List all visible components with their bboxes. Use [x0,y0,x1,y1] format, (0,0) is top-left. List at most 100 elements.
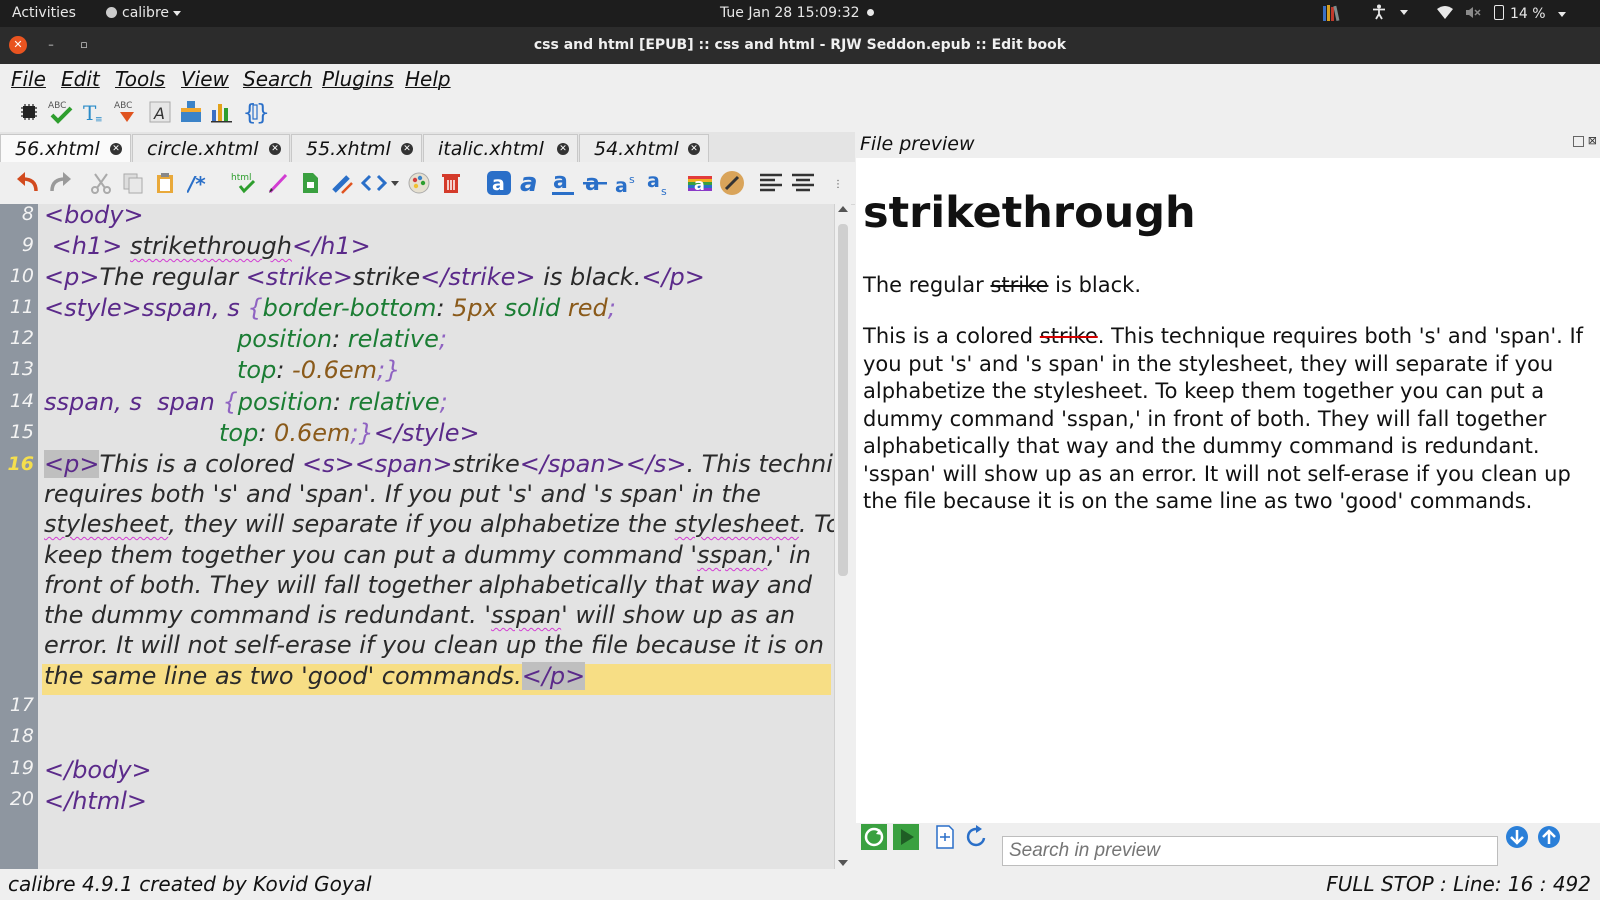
status-cursor-position: FULL STOP : Line: 16 : 492 [1326,872,1591,896]
subscript-button[interactable]: as [645,169,673,197]
tab-close-icon[interactable]: ✕ [110,143,122,155]
tab-close-icon[interactable]: ✕ [688,143,700,155]
align-center-button[interactable] [789,169,817,197]
chevron-down-icon [1558,11,1567,17]
play-button[interactable] [892,823,920,851]
search-next-button[interactable] [1504,824,1530,850]
wifi-icon[interactable] [1437,5,1453,23]
scroll-up-icon[interactable] [838,206,848,212]
comment-slash-icon: /* [187,172,206,195]
redo-button[interactable] [47,170,73,196]
braces-icon: {} [243,101,268,125]
close-panel-icon[interactable]: ⊠ [1588,134,1597,147]
refresh-green-icon [861,824,887,850]
system-top-bar: Activities calibre Tue Jan 28 15:09:32 1… [0,0,1600,27]
beautify-html-button[interactable]: html [230,170,258,196]
spell-dictionary-button[interactable]: ABC [113,98,141,126]
strikethrough-button[interactable]: a [581,169,609,197]
bold-button[interactable]: a [485,169,513,197]
file-preview-pane[interactable]: strikethrough The regular strike is blac… [856,158,1600,823]
underline-button[interactable]: a [549,169,577,197]
italic-button[interactable]: a [517,169,545,197]
tab-56-xhtml[interactable]: 56.xhtml ✕ [0,134,131,162]
copy-button[interactable] [120,170,146,196]
reload-icon [966,825,986,847]
tab-54-xhtml[interactable]: 54.xhtml ✕ [579,134,709,162]
scroll-down-icon[interactable] [838,860,848,866]
tab-italic-xhtml[interactable]: italic.xhtml ✕ [423,134,578,162]
color-picker-button[interactable] [406,170,432,196]
menu-tools[interactable]: Tools [115,67,165,91]
menu-plugins[interactable]: Plugins [322,67,394,91]
chevron-down-icon [173,10,182,16]
line-number: 15 [9,421,34,443]
float-panel-icon[interactable] [1573,136,1584,147]
reload-preview-button[interactable] [964,823,990,851]
menu-edit[interactable]: Edit [61,67,100,91]
code-token: ;} [350,419,374,447]
split-button[interactable] [932,823,958,851]
app-menu-label: calibre [122,5,170,21]
menu-view[interactable]: View [181,67,229,91]
battery-icon [1494,5,1504,20]
tab-close-icon[interactable]: ✕ [401,143,413,155]
tab-circle-xhtml[interactable]: circle.xhtml ✕ [132,134,290,162]
superscript-button[interactable]: as [613,169,641,197]
editor-tab-bar: 56.xhtml ✕ circle.xhtml ✕ 55.xhtml ✕ italic… [0,132,855,162]
auto-refresh-button[interactable] [860,823,888,851]
scrollbar-thumb[interactable] [838,224,848,576]
reports-button[interactable] [210,100,234,124]
code-token: ; [607,294,616,322]
code-braces-button[interactable]: {} [242,99,268,125]
insert-file-button[interactable] [297,170,323,196]
fonts-button[interactable]: A [148,100,172,124]
text-color-button[interactable]: a [686,169,714,197]
accessibility-icon[interactable] [1372,4,1409,24]
insert-tag-button[interactable] [265,170,291,196]
search-previous-button[interactable] [1536,824,1562,850]
activities-button[interactable]: Activities [12,5,76,21]
code-token: </p> [641,263,705,291]
line-number: 18 [9,725,34,747]
paste-button[interactable] [152,170,178,196]
tab-55-xhtml[interactable]: 55.xhtml ✕ [291,134,422,162]
line-number: 19 [9,757,34,779]
code-token: </s> [625,450,687,478]
insert-tag-dropdown-button[interactable] [361,170,401,196]
search-in-preview-input[interactable] [1002,836,1498,866]
svg-text:a: a [492,173,505,195]
code-line-12: position: relative; [237,325,447,353]
align-left-icon [760,173,782,192]
cut-button[interactable] [88,170,114,196]
insert-link-button[interactable] [329,170,355,196]
code-token: . This technique [686,450,834,478]
code-editor[interactable]: <body> <h1> strikethrough</h1> <p>The re… [38,204,834,869]
toolbar-overflow-button[interactable]: ⋮ [833,174,843,194]
check-book-button[interactable] [17,100,41,124]
align-left-button[interactable] [757,169,785,197]
preview-text: This is a colored [863,324,1040,348]
code-token: { [247,294,263,322]
menu-search[interactable]: Search [243,67,312,91]
remove-button[interactable] [438,170,464,196]
typography-button[interactable]: T ≡ [82,100,106,124]
volume-muted-icon[interactable] [1465,6,1481,23]
tab-close-icon[interactable]: ✕ [557,143,569,155]
clock[interactable]: Tue Jan 28 15:09:32 [720,5,874,21]
underline-icon: a [552,169,574,195]
italic-icon: a [520,169,538,197]
code-token: sspan [490,601,562,629]
insert-comment-button[interactable]: /* [186,170,212,196]
background-color-button[interactable] [718,169,746,197]
code-token: is black. [535,263,642,291]
editor-vertical-scrollbar[interactable] [834,204,851,869]
menu-help[interactable]: Help [405,67,451,91]
plugin-button[interactable] [178,98,204,126]
menu-file[interactable]: File [11,67,46,91]
undo-button[interactable] [15,170,41,196]
app-menu-button[interactable]: calibre [106,5,182,21]
battery-indicator[interactable]: 14 % [1494,5,1567,22]
books-tray-icon[interactable] [1322,4,1342,26]
tab-close-icon[interactable]: ✕ [269,143,281,155]
spellcheck-button[interactable]: ABC [47,98,75,126]
